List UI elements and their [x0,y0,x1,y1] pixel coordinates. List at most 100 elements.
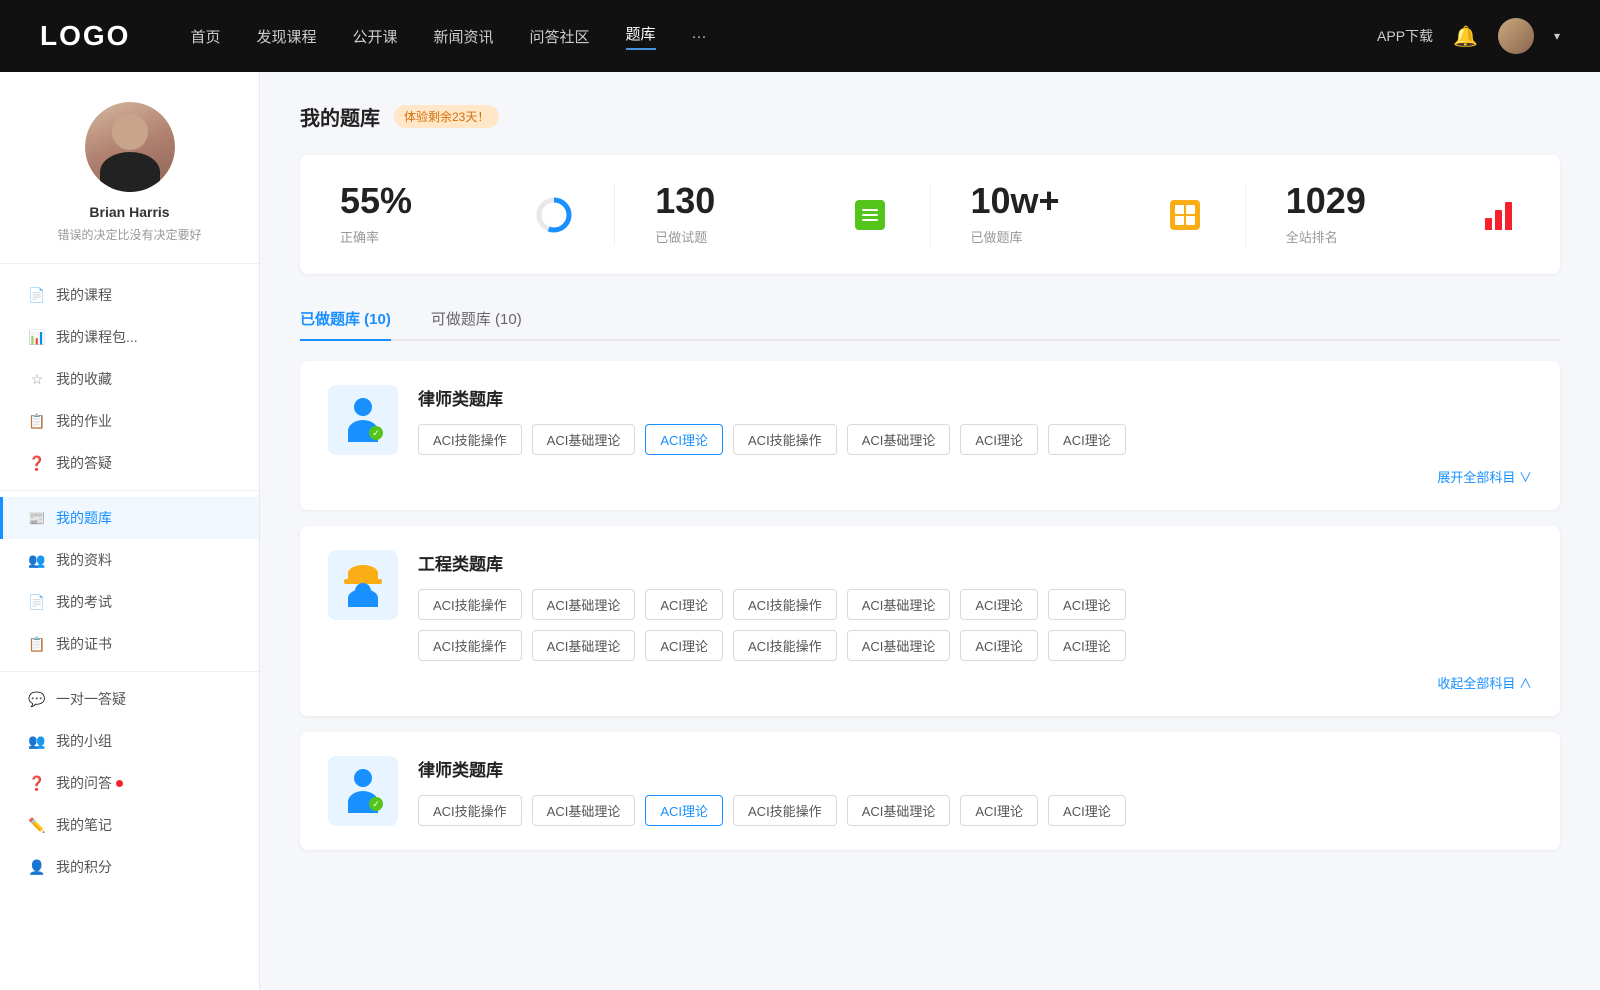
lawyer-check-icon-2: ✓ [369,797,383,811]
eng-tag-2-3[interactable]: ACI理论 [645,630,723,661]
sidebar-item-points[interactable]: 👤 我的积分 [0,846,259,888]
tag-1-7[interactable]: ACI理论 [1048,424,1126,455]
sidebar-item-my-qa[interactable]: ❓ 我的问答 [0,762,259,804]
qbank-card-lawyer-1-header: ✓ 律师类题库 ACI技能操作 ACI基础理论 ACI理论 ACI技能操作 AC… [328,385,1532,455]
qbank-lawyer-2-title: 律师类题库 [418,756,1532,781]
sidebar-item-qa[interactable]: ❓ 我的答疑 [0,442,259,484]
stat-accuracy-number: 55% [340,183,534,219]
sidebar-item-favorites[interactable]: ☆ 我的收藏 [0,358,259,400]
eng-tag-1-5[interactable]: ACI基础理论 [847,589,951,620]
eng-tag-2-7[interactable]: ACI理论 [1048,630,1126,661]
qa-badge-dot [116,780,123,787]
nav-discover[interactable]: 发现课程 [256,26,316,47]
eng-tag-1-1[interactable]: ACI技能操作 [418,589,522,620]
nav-open-course[interactable]: 公开课 [352,26,397,47]
homework-icon: 📋 [28,412,46,430]
tag-1-3[interactable]: ACI理论 [645,424,723,455]
collapse-link-1[interactable]: 收起全部科目 ∧ [1437,673,1532,692]
sidebar-item-notes[interactable]: ✏️ 我的笔记 [0,804,259,846]
qbank-card-engineer-header: 工程类题库 ACI技能操作 ACI基础理论 ACI理论 ACI技能操作 ACI基… [328,550,1532,661]
nav-question-bank[interactable]: 题库 [626,23,656,50]
tag-1-5[interactable]: ACI基础理论 [847,424,951,455]
lawyer-head-2 [354,769,372,787]
grid-cell-4 [1186,216,1195,225]
sidebar-item-certificate[interactable]: 📋 我的证书 [0,623,259,665]
stat-site-rank-wrap: 1029 全站排名 [1286,183,1480,246]
qbank-engineer-icon-wrap [328,550,398,620]
sidebar-item-exam[interactable]: 📄 我的考试 [0,581,259,623]
qbank-engineer-tags-row2: ACI技能操作 ACI基础理论 ACI理论 ACI技能操作 ACI基础理论 AC… [418,630,1532,661]
eng-tag-2-6[interactable]: ACI理论 [960,630,1038,661]
expand-link-1[interactable]: 展开全部科目 ∨ [1437,467,1532,486]
eng-tag-2-5[interactable]: ACI基础理论 [847,630,951,661]
lawyer-head [354,398,372,416]
tag-3-3[interactable]: ACI理论 [645,795,723,826]
tab-available-banks[interactable]: 可做题库 (10) [431,298,522,339]
sidebar-item-my-course[interactable]: 📄 我的课程 [0,274,259,316]
tag-3-6[interactable]: ACI理论 [960,795,1038,826]
tag-3-4[interactable]: ACI技能操作 [733,795,837,826]
qbank-lawyer-2-icon-wrap: ✓ [328,756,398,826]
my-course-icon: 📄 [28,286,46,304]
donut-chart-icon [534,195,574,235]
sidebar: Brian Harris 错误的决定比没有决定要好 📄 我的课程 📊 我的课程包… [0,72,260,990]
tag-1-2[interactable]: ACI基础理论 [532,424,636,455]
sidebar-menu: 📄 我的课程 📊 我的课程包... ☆ 我的收藏 📋 我的作业 ❓ 我的答疑 � [0,274,259,888]
sidebar-item-homework[interactable]: 📋 我的作业 [0,400,259,442]
green-list-icon [855,200,885,230]
tabs-row: 已做题库 (10) 可做题库 (10) [300,298,1560,341]
tab-done-banks[interactable]: 已做题库 (10) [300,298,391,339]
stat-site-rank: 1029 全站排名 [1246,183,1560,246]
nav-news[interactable]: 新闻资讯 [434,26,494,47]
qbank-lawyer-2-info: 律师类题库 ACI技能操作 ACI基础理论 ACI理论 ACI技能操作 ACI基… [418,756,1532,826]
tag-1-6[interactable]: ACI理论 [960,424,1038,455]
nav-more[interactable]: ··· [692,28,707,45]
qbank-card-lawyer-2-header: ✓ 律师类题库 ACI技能操作 ACI基础理论 ACI理论 ACI技能操作 AC… [328,756,1532,826]
tag-3-5[interactable]: ACI基础理论 [847,795,951,826]
materials-icon: 👥 [28,551,46,569]
qbank-card-lawyer-2: ✓ 律师类题库 ACI技能操作 ACI基础理论 ACI理论 ACI技能操作 AC… [300,732,1560,850]
one-on-one-icon: 💬 [28,690,46,708]
avatar[interactable] [1498,18,1534,54]
lawyer-check-icon: ✓ [369,426,383,440]
list-line-3 [862,219,878,221]
eng-tag-1-2[interactable]: ACI基础理论 [532,589,636,620]
eng-tag-2-2[interactable]: ACI基础理论 [532,630,636,661]
qbank-lawyer-1-tags: ACI技能操作 ACI基础理论 ACI理论 ACI技能操作 ACI基础理论 AC… [418,424,1532,455]
nav-home[interactable]: 首页 [190,26,220,47]
nav-qa[interactable]: 问答社区 [530,26,590,47]
sidebar-item-materials[interactable]: 👥 我的资料 [0,539,259,581]
eng-tag-1-7[interactable]: ACI理论 [1048,589,1126,620]
user-dropdown-arrow-icon[interactable]: ▾ [1554,29,1560,43]
stat-questions-done: 130 已做试题 [615,183,930,246]
tag-3-2[interactable]: ACI基础理论 [532,795,636,826]
stat-site-rank-icon [1480,195,1520,235]
sidebar-item-groups[interactable]: 👥 我的小组 [0,720,259,762]
stat-banks-done-wrap: 10w+ 已做题库 [971,183,1165,246]
sidebar-item-course-package[interactable]: 📊 我的课程包... [0,316,259,358]
eng-tag-2-4[interactable]: ACI技能操作 [733,630,837,661]
stat-questions-done-icon [850,195,890,235]
red-bar-chart-icon [1485,200,1515,230]
app-download-button[interactable]: APP下载 [1377,26,1433,46]
eng-tag-1-3[interactable]: ACI理论 [645,589,723,620]
eng-tag-2-1[interactable]: ACI技能操作 [418,630,522,661]
tag-1-4[interactable]: ACI技能操作 [733,424,837,455]
eng-tag-1-4[interactable]: ACI技能操作 [733,589,837,620]
profile-avatar [85,102,175,192]
sidebar-item-one-on-one[interactable]: 💬 一对一答疑 [0,678,259,720]
eng-tag-1-6[interactable]: ACI理论 [960,589,1038,620]
points-icon: 👤 [28,858,46,876]
tag-1-1[interactable]: ACI技能操作 [418,424,522,455]
orange-grid-icon [1170,200,1200,230]
notification-bell-icon[interactable]: 🔔 [1453,24,1478,49]
sidebar-item-question-bank[interactable]: 📰 我的题库 [0,497,259,539]
sidebar-profile: Brian Harris 错误的决定比没有决定要好 [0,102,259,264]
bar-1 [1485,218,1492,230]
logo[interactable]: LOGO [40,20,130,52]
tag-3-1[interactable]: ACI技能操作 [418,795,522,826]
qbank-lawyer-2-tags: ACI技能操作 ACI基础理论 ACI理论 ACI技能操作 ACI基础理论 AC… [418,795,1532,826]
tag-3-7[interactable]: ACI理论 [1048,795,1126,826]
bar-2 [1495,210,1502,230]
stat-accuracy-label: 正确率 [340,227,534,246]
